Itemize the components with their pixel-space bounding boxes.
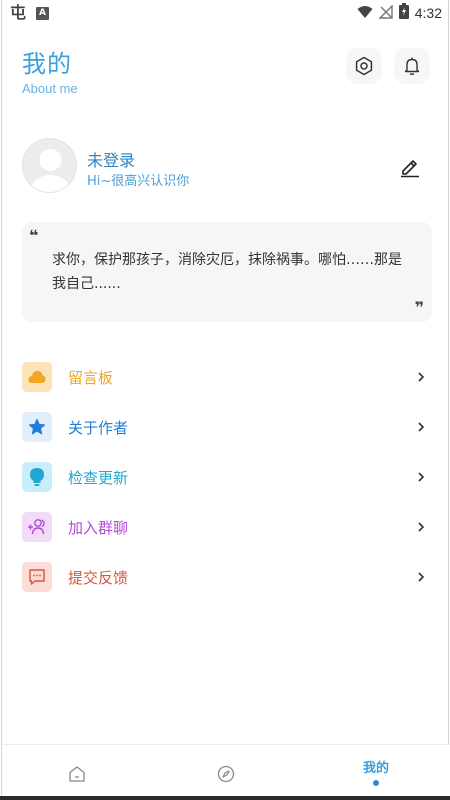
menu-item-feedback[interactable]: 提交反馈 bbox=[22, 552, 432, 602]
screen-bottom-edge bbox=[0, 796, 450, 800]
tab-home[interactable] bbox=[22, 745, 132, 797]
user-greeting: Hi~很高兴认识你 bbox=[87, 174, 190, 189]
menu-icon-bg bbox=[22, 512, 52, 542]
wifi-icon bbox=[357, 4, 373, 23]
avatar[interactable] bbox=[22, 138, 77, 193]
menu-icon-bg bbox=[22, 362, 52, 392]
notification-button[interactable] bbox=[394, 48, 430, 84]
screen: 屯 A 4:32 我的 About me 未登录 Hi~很高兴认识你 ❝ 求你，… bbox=[1, 0, 450, 796]
menu-list: 留言板 关于作者 检查更新 加入群聊 提交反馈 bbox=[22, 352, 432, 602]
chevron-right-icon bbox=[418, 522, 425, 532]
tab-mine-label: 我的 bbox=[362, 761, 389, 776]
compass-icon bbox=[217, 765, 235, 783]
quote-open-icon: ❝ bbox=[29, 226, 39, 245]
a-notification-icon: A bbox=[36, 6, 50, 20]
profile-section: 未登录 Hi~很高兴认识你 bbox=[22, 138, 428, 194]
bell-icon bbox=[404, 57, 420, 76]
message-icon bbox=[29, 569, 45, 585]
chevron-right-icon bbox=[418, 572, 425, 582]
active-tab-indicator bbox=[373, 780, 379, 786]
app-icon: 屯 bbox=[10, 3, 27, 22]
default-avatar-icon bbox=[30, 149, 71, 192]
tab-mine[interactable]: 我的 bbox=[321, 745, 431, 797]
settings-button[interactable] bbox=[346, 48, 382, 84]
menu-item-about-author[interactable]: 关于作者 bbox=[22, 402, 432, 452]
menu-item-check-update[interactable]: 检查更新 bbox=[22, 452, 432, 502]
user-name[interactable]: 未登录 bbox=[87, 147, 135, 171]
page-header: 我的 About me bbox=[22, 44, 430, 100]
tab-discover[interactable] bbox=[171, 745, 281, 797]
menu-label: 留言板 bbox=[68, 368, 114, 387]
settings-icon bbox=[355, 56, 373, 76]
quote-close-icon: ❞ bbox=[414, 298, 424, 317]
menu-label: 检查更新 bbox=[68, 468, 129, 487]
no-signal-icon bbox=[378, 3, 393, 23]
quote-card: ❝ 求你，保护那孩子，消除灾厄，抹除祸事。哪怕……那是我自己...... ❞ bbox=[22, 222, 432, 322]
chevron-right-icon bbox=[418, 472, 425, 482]
menu-label: 提交反馈 bbox=[68, 568, 129, 587]
menu-label: 关于作者 bbox=[68, 418, 129, 437]
edit-profile-button[interactable] bbox=[398, 154, 422, 178]
chevron-right-icon bbox=[418, 422, 425, 432]
status-bar: 屯 A 4:32 bbox=[2, 0, 450, 26]
menu-icon-bg bbox=[22, 412, 52, 442]
quote-text: 求你，保护那孩子，消除灾厄，抹除祸事。哪怕……那是我自己...... bbox=[52, 252, 402, 292]
add-group-icon bbox=[28, 519, 45, 535]
home-icon bbox=[69, 766, 85, 782]
battery-charging-icon bbox=[398, 3, 409, 23]
star-icon bbox=[28, 418, 46, 435]
status-time: 4:32 bbox=[414, 5, 442, 21]
lightbulb-icon bbox=[30, 468, 44, 486]
menu-item-join-group[interactable]: 加入群聊 bbox=[22, 502, 432, 552]
edit-icon bbox=[401, 160, 419, 178]
menu-icon-bg bbox=[22, 562, 52, 592]
chevron-right-icon bbox=[418, 372, 425, 382]
cloud-icon bbox=[28, 371, 46, 383]
menu-icon-bg bbox=[22, 462, 52, 492]
menu-item-message-board[interactable]: 留言板 bbox=[22, 352, 432, 402]
menu-label: 加入群聊 bbox=[68, 518, 129, 537]
bottom-nav: 我的 bbox=[2, 744, 450, 796]
